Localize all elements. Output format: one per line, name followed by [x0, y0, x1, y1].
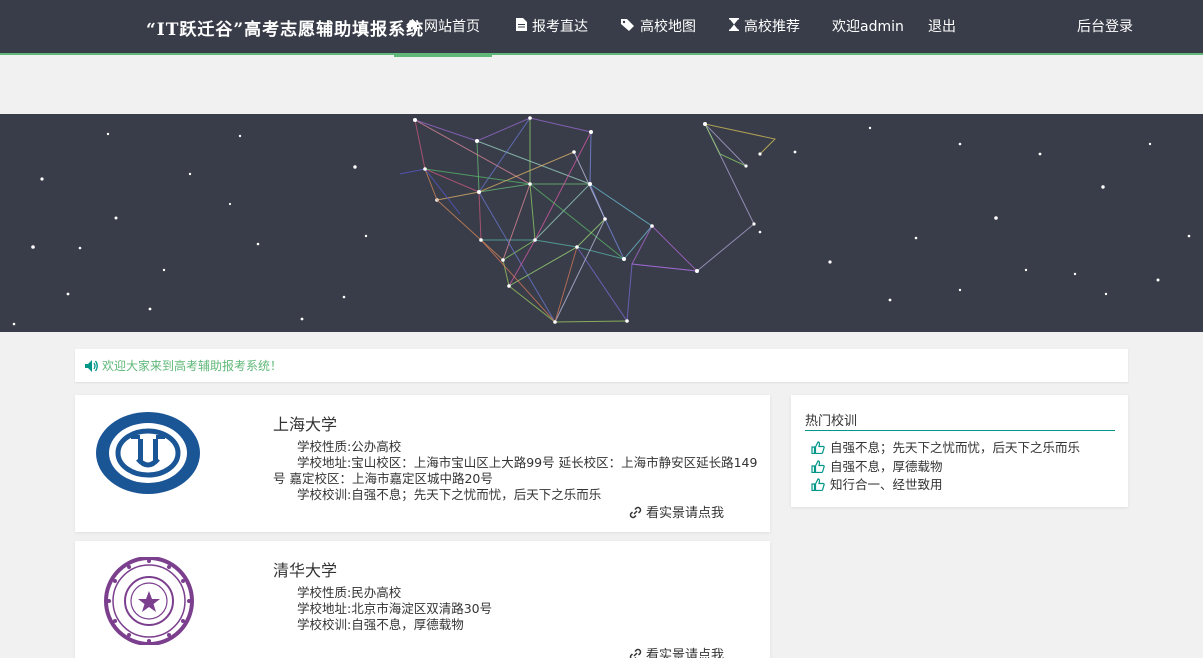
nav-home-label: 网站首页 — [424, 19, 480, 35]
home-icon — [406, 1, 419, 55]
nav-college-recommend-label: 高校推荐 — [744, 19, 800, 35]
motto-item[interactable]: 知行合一、经世致用 — [811, 474, 943, 494]
nav-college-recommend[interactable]: 高校推荐 — [729, 0, 800, 55]
tags-icon — [621, 1, 635, 55]
motto-item-label: 知行合一、经世致用 — [830, 477, 943, 492]
view-scenery-label: 看实景请点我 — [645, 648, 724, 658]
motto-item[interactable]: 自强不息；先天下之忧而忧，后天下之乐而乐 — [811, 437, 1080, 457]
nav-college-map[interactable]: 高校地图 — [621, 0, 696, 55]
nav-apply-direct[interactable]: 报考直达 — [516, 0, 588, 55]
school-info: 学校性质:公办高校 学校地址:宝山校区：上海市宝山区上大路99号 延长校区：上海… — [273, 439, 760, 503]
top-navbar: “IT跃迁谷”高考志愿辅助填报系统 网站首页 报考直达 高校地图 高校推荐 欢迎… — [0, 0, 1203, 57]
school-info: 学校性质:民办高校 学校地址:北京市海淀区双清路30号 学校校训:自强不息，厚德… — [273, 585, 760, 633]
nav-welcome-user[interactable]: 欢迎admin — [832, 0, 904, 55]
notice-bar: 欢迎大家来到高考辅助报考系统！ — [75, 349, 1128, 382]
thumbs-up-icon — [811, 478, 825, 494]
particle-network-graphic — [12, 116, 1191, 326]
school-card: 上海大学 学校性质:公办高校 学校地址:宝山校区：上海市宝山区上大路99号 延长… — [75, 395, 770, 532]
school-type: 学校性质:民办高校 — [297, 585, 402, 600]
hot-mottos-title: 热门校训 — [805, 414, 858, 429]
link-icon — [629, 506, 646, 521]
nav-home[interactable]: 网站首页 — [394, 0, 492, 57]
document-icon — [516, 1, 527, 55]
speaker-icon — [85, 357, 99, 376]
motto-item-label: 自强不息，厚德载物 — [830, 459, 943, 474]
nav-admin-login[interactable]: 后台登录 — [1077, 0, 1133, 55]
school-motto: 学校校训:自强不息，厚德载物 — [297, 617, 464, 632]
school-name: 清华大学 — [273, 561, 338, 580]
hot-mottos-panel: 热门校训 自强不息；先天下之忧而忧，后天下之乐而乐 自强不息，厚德载物 知行合一… — [791, 395, 1128, 507]
site-title: “IT跃迁谷”高考志愿辅助填报系统 — [146, 20, 425, 40]
motto-item[interactable]: 自强不息，厚德载物 — [811, 456, 943, 476]
school-motto: 学校校训:自强不息；先天下之忧而忧，后天下之乐而乐 — [297, 487, 602, 502]
nav-logout[interactable]: 退出 — [928, 0, 956, 55]
school-type: 学校性质:公办高校 — [297, 439, 402, 454]
hourglass-icon — [729, 1, 739, 55]
title-divider — [805, 430, 1115, 431]
school-address: 学校地址:宝山校区：上海市宝山区上大路99号 延长校区：上海市静安区延长路149… — [273, 455, 758, 486]
view-scenery-label: 看实景请点我 — [645, 506, 724, 521]
hero-banner — [0, 114, 1203, 332]
notice-text: 欢迎大家来到高考辅助报考系统！ — [102, 359, 283, 373]
school-card: 清华大学 学校性质:民办高校 学校地址:北京市海淀区双清路30号 学校校训:自强… — [75, 541, 770, 658]
shanghai-university-logo — [95, 411, 201, 499]
nav-apply-direct-label: 报考直达 — [532, 19, 588, 35]
motto-item-label: 自强不息；先天下之忧而忧，后天下之乐而乐 — [830, 440, 1081, 455]
school-name: 上海大学 — [273, 415, 338, 434]
view-scenery-link[interactable]: 看实景请点我 — [629, 644, 724, 658]
school-address: 学校地址:北京市海淀区双清路30号 — [297, 601, 493, 616]
view-scenery-link[interactable]: 看实景请点我 — [629, 502, 724, 521]
thumbs-up-icon — [811, 441, 825, 457]
tsinghua-university-logo — [101, 556, 197, 649]
nav-college-map-label: 高校地图 — [640, 19, 696, 35]
link-icon — [629, 648, 646, 658]
